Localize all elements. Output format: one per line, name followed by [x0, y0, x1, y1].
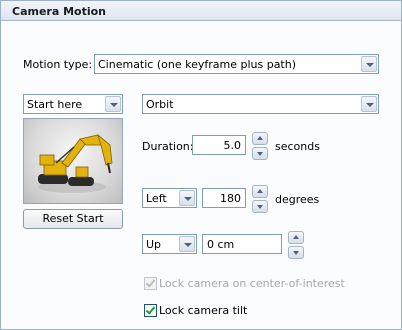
duration-input[interactable]	[193, 136, 245, 154]
increment-icon[interactable]	[252, 185, 268, 198]
motion-type-dropdown[interactable]: Cinematic (one keyframe plus path)	[94, 54, 379, 74]
lock-coi-label: Lock camera on center-of-interest	[159, 277, 345, 290]
increment-icon[interactable]	[252, 132, 268, 145]
vertical-dropdown[interactable]: Up	[142, 234, 197, 254]
panel-title: Camera Motion	[12, 5, 107, 18]
duration-label: Duration:	[142, 140, 194, 153]
direction-dropdown[interactable]: Left	[142, 188, 197, 208]
chevron-down-icon[interactable]	[105, 96, 121, 112]
chevron-down-icon[interactable]	[179, 190, 195, 206]
vertical-value: Up	[146, 238, 162, 251]
start-value: Start here	[27, 98, 83, 111]
decrement-icon[interactable]	[288, 246, 304, 259]
motion-type-value: Cinematic (one keyframe plus path)	[98, 58, 297, 71]
path-type-dropdown[interactable]: Orbit	[142, 94, 379, 114]
panel-titlebar: Camera Motion	[1, 1, 401, 21]
excavator-icon	[38, 133, 113, 193]
angle-stepper[interactable]	[252, 185, 268, 213]
lock-tilt-checkbox[interactable]	[144, 304, 157, 317]
lock-tilt-label: Lock camera tilt	[159, 304, 248, 317]
increment-icon[interactable]	[288, 231, 304, 244]
chevron-down-icon[interactable]	[361, 56, 377, 72]
angle-field[interactable]	[202, 188, 246, 208]
chevron-down-icon[interactable]	[179, 236, 195, 252]
path-type-value: Orbit	[146, 98, 174, 111]
decrement-icon[interactable]	[252, 147, 268, 160]
offset-input[interactable]	[203, 235, 281, 253]
chevron-down-icon[interactable]	[361, 96, 377, 112]
offset-stepper[interactable]	[288, 231, 304, 259]
motion-type-label: Motion type:	[23, 58, 93, 71]
camera-motion-panel: Camera Motion Motion type: Cinematic (on…	[0, 0, 402, 330]
decrement-icon[interactable]	[252, 200, 268, 213]
lock-coi-checkbox[interactable]	[144, 277, 157, 290]
angle-unit: degrees	[275, 193, 320, 206]
reset-start-button[interactable]: Reset Start	[23, 209, 123, 229]
duration-unit: seconds	[275, 140, 320, 153]
duration-stepper[interactable]	[252, 132, 268, 160]
start-dropdown[interactable]: Start here	[23, 94, 123, 114]
checkmark-icon	[145, 304, 156, 315]
direction-value: Left	[146, 192, 167, 205]
camera-preview-image	[23, 118, 123, 204]
duration-field[interactable]	[192, 135, 246, 155]
checkmark-icon	[145, 277, 156, 288]
angle-input[interactable]	[203, 189, 245, 207]
offset-field[interactable]	[202, 234, 282, 254]
